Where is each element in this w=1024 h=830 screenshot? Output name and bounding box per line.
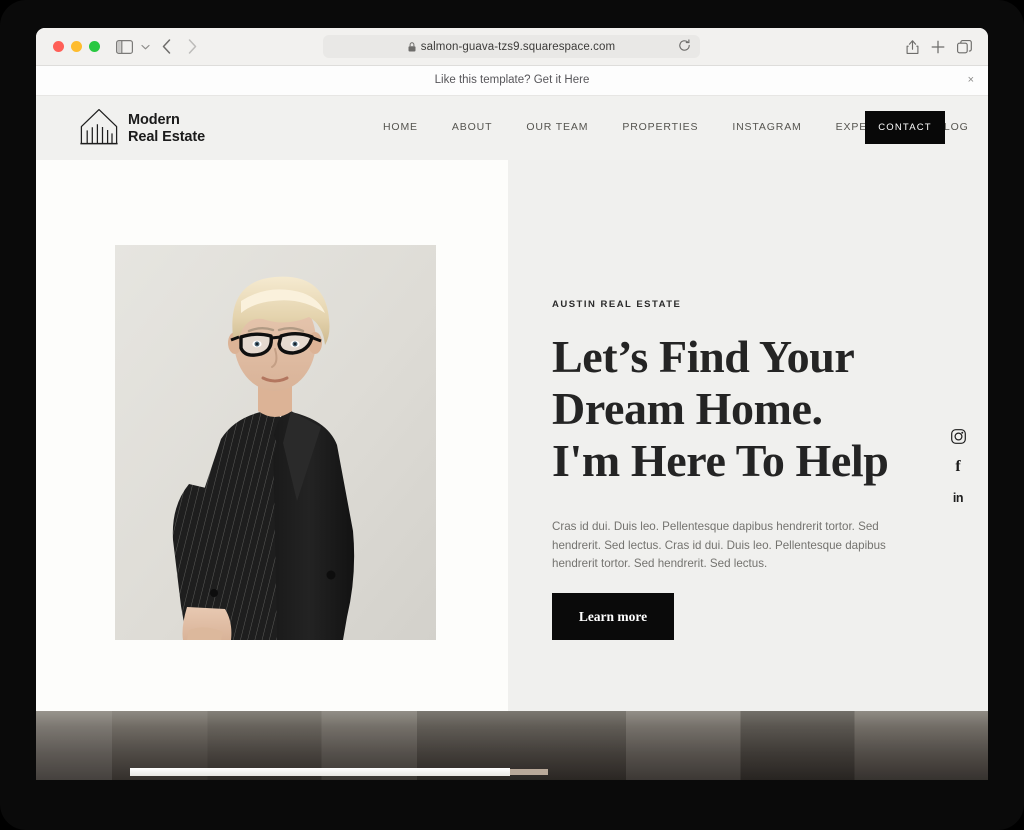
plus-icon[interactable] xyxy=(930,37,946,56)
nav-item-home[interactable]: HOME xyxy=(366,121,435,133)
address-bar[interactable]: salmon-guava-tzs9.squarespace.com xyxy=(323,35,700,58)
browser-toolbar: salmon-guava-tzs9.squarespace.com xyxy=(36,28,988,66)
photo-light-band-secondary xyxy=(510,769,548,775)
nav-item-instagram[interactable]: INSTAGRAM xyxy=(715,121,818,133)
social-links-rail: f in xyxy=(950,428,966,506)
window-close-button[interactable] xyxy=(53,41,64,52)
agent-portrait-image xyxy=(115,245,436,640)
hero-copy-panel: AUSTIN REAL ESTATE Let’s Find Your Dream… xyxy=(508,160,988,711)
window-minimize-button[interactable] xyxy=(71,41,82,52)
hero-body-text: Cras id dui. Duis leo. Pellentesque dapi… xyxy=(552,519,886,571)
building-logo-icon xyxy=(80,107,118,151)
url-text: salmon-guava-tzs9.squarespace.com xyxy=(420,40,616,53)
nav-item-our-team[interactable]: OUR TEAM xyxy=(509,121,605,133)
site-logo[interactable]: Modern Real Estate xyxy=(80,107,205,151)
hero-eyebrow: AUSTIN REAL ESTATE xyxy=(552,299,682,310)
hero-image-panel xyxy=(36,160,508,711)
close-icon[interactable]: × xyxy=(968,74,974,87)
nav-item-properties[interactable]: PROPERTIES xyxy=(605,121,715,133)
sidebar-toggle-icon[interactable] xyxy=(114,37,135,56)
window-maximize-button[interactable] xyxy=(89,41,100,52)
below-fold-image-section xyxy=(36,711,988,780)
chevron-down-icon[interactable] xyxy=(139,37,151,56)
learn-more-button[interactable]: Learn more xyxy=(552,593,674,641)
browser-window: salmon-guava-tzs9.squarespace.com Like t… xyxy=(36,28,988,780)
lock-icon xyxy=(408,41,416,52)
reload-icon[interactable] xyxy=(678,39,692,53)
contact-button[interactable]: CONTACT xyxy=(865,111,945,144)
facebook-icon[interactable]: f xyxy=(950,459,966,475)
share-icon[interactable] xyxy=(904,37,920,56)
nav-item-about[interactable]: ABOUT xyxy=(435,121,509,133)
instagram-icon[interactable] xyxy=(950,428,966,444)
photo-light-band xyxy=(130,768,510,776)
tab-overview-icon[interactable] xyxy=(956,37,972,56)
promo-banner-text[interactable]: Like this template? Get it Here xyxy=(36,74,988,86)
hero-headline: Let’s Find Your Dream Home. I'm Here To … xyxy=(552,331,889,486)
hero-content: AUSTIN REAL ESTATE Let’s Find Your Dream… xyxy=(552,299,922,641)
site-logo-text: Modern Real Estate xyxy=(128,111,206,145)
promo-banner: Like this template? Get it Here × xyxy=(36,66,988,96)
hero-section: AUSTIN REAL ESTATE Let’s Find Your Dream… xyxy=(36,160,988,711)
device-bezel: salmon-guava-tzs9.squarespace.com Like t… xyxy=(0,0,1024,830)
forward-button[interactable] xyxy=(184,37,200,56)
site-header: Modern Real Estate HOME ABOUT OUR TEAM P… xyxy=(36,96,988,160)
linkedin-icon[interactable]: in xyxy=(950,490,966,506)
back-button[interactable] xyxy=(158,37,174,56)
